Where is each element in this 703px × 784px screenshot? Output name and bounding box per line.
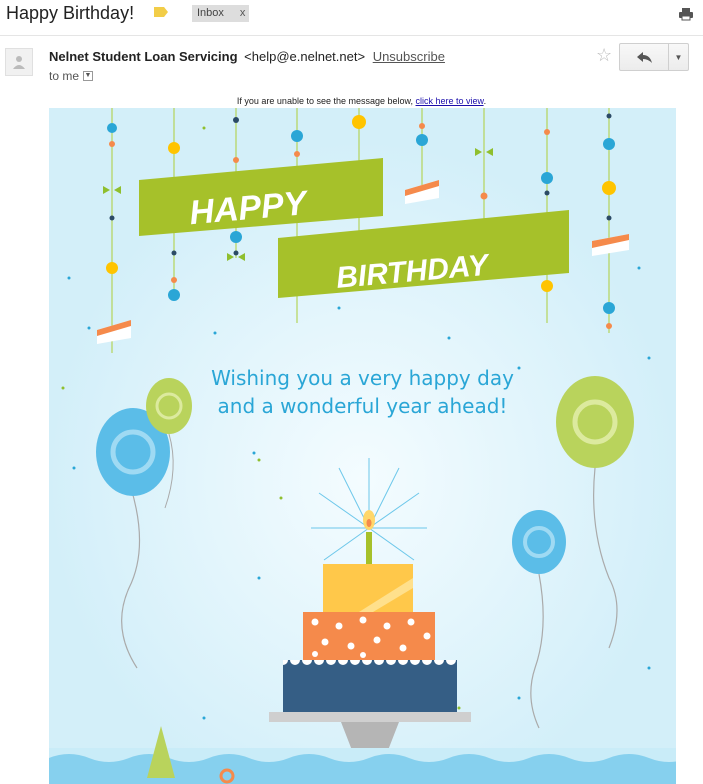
more-actions-button[interactable]: ▼ (669, 44, 688, 70)
details-dropdown-button[interactable]: ▼ (83, 71, 94, 81)
reply-button[interactable] (620, 44, 669, 70)
email-subject: Happy Birthday! (6, 3, 135, 23)
view-online-period: . (483, 96, 487, 106)
view-online-text: If you are unable to see the message bel… (236, 96, 416, 106)
view-online-line: If you are unable to see the message bel… (0, 96, 703, 106)
subject-bar: Happy Birthday! Inbox x (0, 0, 703, 30)
chevron-down-icon: ▼ (674, 52, 683, 62)
unsubscribe-link[interactable]: Unsubscribe (373, 49, 445, 64)
inbox-label-chip[interactable]: Inbox x (192, 5, 250, 22)
recipient-text: to me (49, 69, 80, 83)
birthday-illustration: HAPPY BIRTHDAY (49, 108, 676, 784)
sender-email: <help@e.nelnet.net> (244, 49, 366, 64)
sender-avatar (5, 48, 33, 76)
star-icon[interactable]: ☆ (596, 45, 612, 66)
remove-label-button[interactable]: x (240, 5, 246, 22)
greeting-line-2: and a wonderful year ahead! (217, 394, 508, 418)
person-icon (13, 56, 25, 69)
birthday-email-artwork: HAPPY BIRTHDAY Wishing you a very happy … (49, 108, 676, 784)
view-online-link[interactable]: click here to view (416, 96, 484, 106)
sender-line: Nelnet Student Loan Servicing <help@e.ne… (49, 49, 445, 64)
inbox-label-text: Inbox (197, 7, 224, 19)
reply-icon (636, 51, 652, 63)
greeting-line-1: Wishing you a very happy day (211, 366, 514, 390)
print-icon[interactable] (679, 7, 693, 21)
sender-name[interactable]: Nelnet Student Loan Servicing (49, 49, 238, 64)
label-tag-icon[interactable] (154, 7, 168, 17)
reply-button-group: ▼ (619, 43, 689, 71)
header-divider (0, 35, 703, 36)
recipient-line: to me ▼ (49, 69, 94, 83)
